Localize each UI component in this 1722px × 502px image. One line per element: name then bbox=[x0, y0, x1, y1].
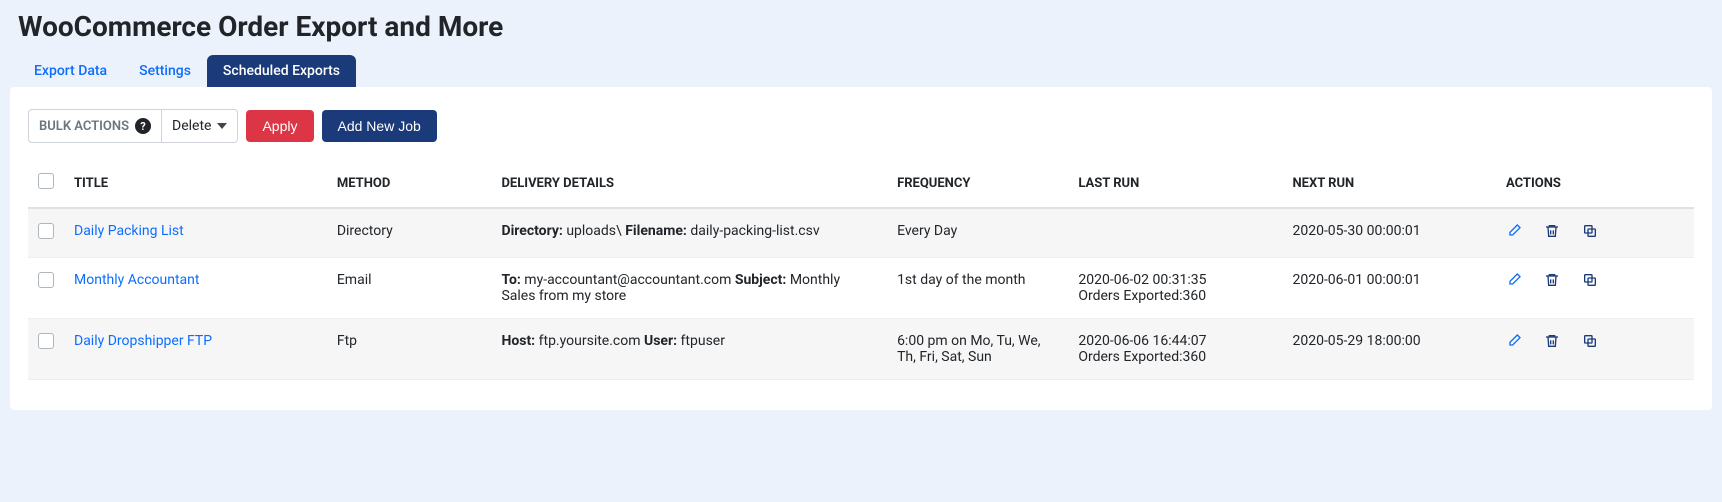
trash-icon[interactable] bbox=[1544, 272, 1560, 288]
header-actions: ACTIONS bbox=[1496, 159, 1694, 208]
tab-export-data[interactable]: Export Data bbox=[18, 55, 123, 87]
trash-icon[interactable] bbox=[1544, 333, 1560, 349]
select-all-checkbox[interactable] bbox=[38, 173, 54, 189]
job-delivery: Directory: uploads\ Filename: daily-pack… bbox=[491, 208, 887, 258]
row-checkbox[interactable] bbox=[38, 223, 54, 239]
table-row: Daily Packing List Directory Directory: … bbox=[28, 208, 1694, 258]
job-frequency: 6:00 pm on Mo, Tu, We, Th, Fri, Sat, Sun bbox=[887, 319, 1068, 380]
job-last-run bbox=[1068, 208, 1282, 258]
row-checkbox[interactable] bbox=[38, 272, 54, 288]
job-method: Directory bbox=[327, 208, 492, 258]
job-title-link[interactable]: Monthly Accountant bbox=[74, 272, 199, 288]
bulk-action-selected: Delete bbox=[172, 118, 211, 134]
add-new-job-button[interactable]: Add New Job bbox=[322, 110, 437, 142]
toolbar: BULK ACTIONS ? Delete Apply Add New Job bbox=[28, 109, 1694, 143]
copy-icon[interactable] bbox=[1582, 333, 1598, 349]
help-icon[interactable]: ? bbox=[135, 118, 151, 134]
edit-icon[interactable] bbox=[1506, 333, 1522, 349]
job-method: Ftp bbox=[327, 319, 492, 380]
job-next-run: 2020-05-29 18:00:00 bbox=[1282, 319, 1495, 380]
job-delivery: Host: ftp.yoursite.com User: ftpuser bbox=[491, 319, 887, 380]
header-delivery: DELIVERY DETAILS bbox=[491, 159, 887, 208]
row-actions bbox=[1506, 333, 1684, 349]
header-next-run: NEXT RUN bbox=[1282, 159, 1495, 208]
job-last-run: 2020-06-02 00:31:35 Orders Exported:360 bbox=[1068, 258, 1282, 319]
header-frequency: FREQUENCY bbox=[887, 159, 1068, 208]
select-all-header bbox=[28, 159, 64, 208]
tabs-bar: Export Data Settings Scheduled Exports bbox=[18, 55, 1712, 87]
bulk-actions-label: BULK ACTIONS ? bbox=[28, 109, 162, 143]
row-actions bbox=[1506, 272, 1684, 288]
scheduled-exports-panel: BULK ACTIONS ? Delete Apply Add New Job … bbox=[10, 87, 1712, 410]
header-method: METHOD bbox=[327, 159, 492, 208]
bulk-action-select[interactable]: Delete bbox=[162, 109, 238, 143]
job-frequency: Every Day bbox=[887, 208, 1068, 258]
trash-icon[interactable] bbox=[1544, 223, 1560, 239]
tab-scheduled-exports[interactable]: Scheduled Exports bbox=[207, 55, 356, 87]
job-next-run: 2020-05-30 00:00:01 bbox=[1282, 208, 1495, 258]
header-title: TITLE bbox=[64, 159, 327, 208]
job-title-link[interactable]: Daily Dropshipper FTP bbox=[74, 333, 212, 349]
job-title-link[interactable]: Daily Packing List bbox=[74, 223, 184, 239]
tab-settings[interactable]: Settings bbox=[123, 55, 207, 87]
jobs-table: TITLE METHOD DELIVERY DETAILS FREQUENCY … bbox=[28, 159, 1694, 380]
row-checkbox[interactable] bbox=[38, 333, 54, 349]
apply-button[interactable]: Apply bbox=[246, 110, 313, 142]
page-title: WooCommerce Order Export and More bbox=[18, 10, 1712, 43]
edit-icon[interactable] bbox=[1506, 272, 1522, 288]
job-frequency: 1st day of the month bbox=[887, 258, 1068, 319]
job-last-run: 2020-06-06 16:44:07 Orders Exported:360 bbox=[1068, 319, 1282, 380]
table-row: Daily Dropshipper FTP Ftp Host: ftp.your… bbox=[28, 319, 1694, 380]
chevron-down-icon bbox=[217, 121, 227, 131]
edit-icon[interactable] bbox=[1506, 223, 1522, 239]
row-actions bbox=[1506, 223, 1684, 239]
bulk-actions-text: BULK ACTIONS bbox=[39, 119, 129, 134]
header-last-run: LAST RUN bbox=[1068, 159, 1282, 208]
copy-icon[interactable] bbox=[1582, 223, 1598, 239]
copy-icon[interactable] bbox=[1582, 272, 1598, 288]
table-row: Monthly Accountant Email To: my-accounta… bbox=[28, 258, 1694, 319]
job-delivery: To: my-accountant@accountant.com Subject… bbox=[491, 258, 887, 319]
job-method: Email bbox=[327, 258, 492, 319]
job-next-run: 2020-06-01 00:00:01 bbox=[1282, 258, 1495, 319]
